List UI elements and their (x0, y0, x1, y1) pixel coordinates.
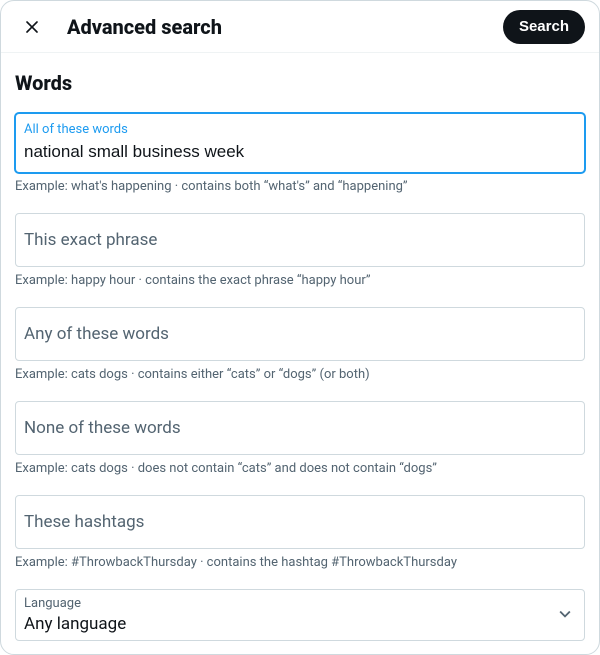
none-words-placeholder: None of these words (24, 418, 181, 438)
section-title-words: Words (15, 71, 585, 95)
field-all-words: All of these words Example: what's happe… (15, 113, 585, 195)
hashtags-example: Example: #ThrowbackThursday · contains t… (15, 555, 585, 571)
field-hashtags: These hashtags Example: #ThrowbackThursd… (15, 495, 585, 571)
all-words-input[interactable] (24, 140, 576, 164)
field-exact-phrase: This exact phrase Example: happy hour · … (15, 213, 585, 289)
language-select[interactable]: Language Any language (15, 589, 585, 641)
none-words-input-box[interactable]: None of these words (15, 401, 585, 455)
chevron-down-icon (554, 603, 576, 629)
modal-content: Words All of these words Example: what's… (1, 53, 599, 641)
all-words-example: Example: what's happening · contains bot… (15, 179, 585, 195)
modal-header: Advanced search Search (1, 1, 599, 53)
x-icon (22, 17, 42, 37)
close-icon[interactable] (15, 10, 49, 44)
field-none-words: None of these words Example: cats dogs ·… (15, 401, 585, 477)
language-left: Language Any language (24, 596, 554, 636)
hashtags-placeholder: These hashtags (24, 512, 144, 532)
exact-phrase-example: Example: happy hour · contains the exact… (15, 273, 585, 289)
hashtags-input-box[interactable]: These hashtags (15, 495, 585, 549)
field-any-words: Any of these words Example: cats dogs · … (15, 307, 585, 383)
any-words-example: Example: cats dogs · contains either “ca… (15, 367, 585, 383)
bottom-fade (1, 642, 599, 654)
any-words-input-box[interactable]: Any of these words (15, 307, 585, 361)
exact-phrase-input-box[interactable]: This exact phrase (15, 213, 585, 267)
exact-phrase-placeholder: This exact phrase (24, 230, 157, 250)
modal-title: Advanced search (67, 15, 503, 39)
all-words-label: All of these words (24, 122, 576, 138)
all-words-input-box[interactable]: All of these words (15, 113, 585, 173)
language-label: Language (24, 596, 554, 612)
none-words-example: Example: cats dogs · does not contain “c… (15, 461, 585, 477)
language-value: Any language (24, 612, 554, 636)
search-button[interactable]: Search (503, 10, 585, 44)
any-words-placeholder: Any of these words (24, 324, 169, 344)
